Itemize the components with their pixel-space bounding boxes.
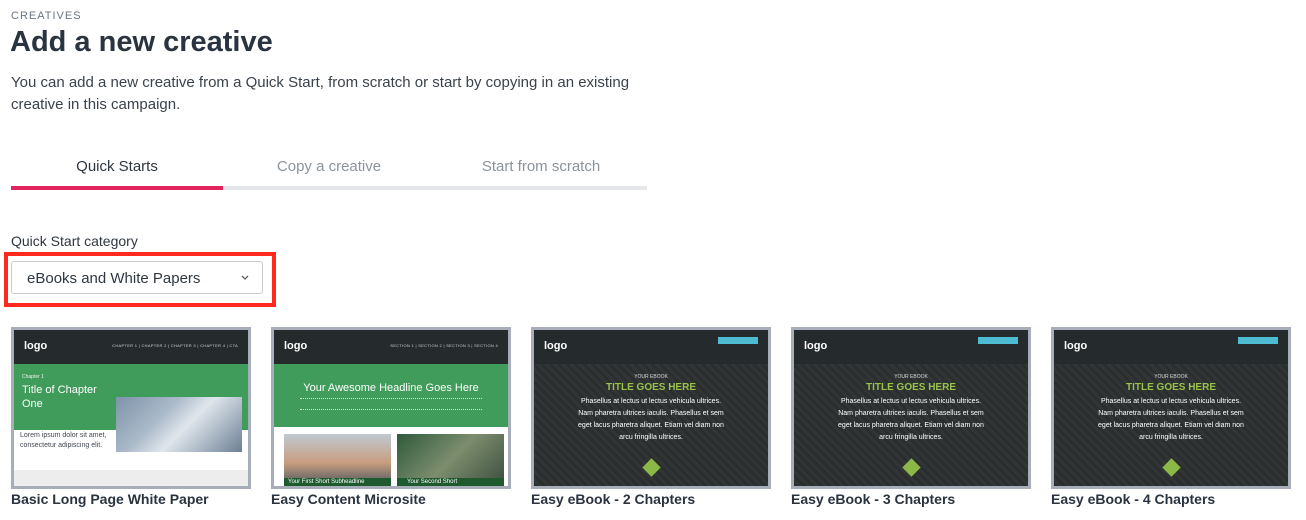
template-card-2[interactable]: logo SECTION 1 | SECTION 2 | SECTION 3 |… xyxy=(271,327,511,507)
tab-quick-starts[interactable]: Quick Starts xyxy=(11,150,223,190)
thumb-body: Phasellus at lectus ut lectus vehicula u… xyxy=(1098,398,1244,441)
chevron-down-icon xyxy=(241,275,249,280)
template-thumbnail[interactable]: logo YOUR EBOOK TITLE GOES HERE Phasellu… xyxy=(791,327,1031,489)
thumb-footer-band xyxy=(14,470,248,486)
thumb-heading: TITLE GOES HERE xyxy=(605,382,696,393)
category-label: Quick Start category xyxy=(11,233,138,249)
logo: logo xyxy=(804,340,828,352)
thumb-header: logo xyxy=(794,330,1028,364)
page-subtitle: You can add a new creative from a Quick … xyxy=(11,74,630,113)
template-card-1[interactable]: logo CHAPTER 1 | CHAPTER 2 | CHAPTER 3 |… xyxy=(11,327,251,507)
thumb-body-area: YOUR EBOOK TITLE GOES HERE Phasellus at … xyxy=(794,364,1028,486)
download-icon xyxy=(902,458,921,477)
category-select-value: eBooks and White Papers xyxy=(27,270,201,287)
thumb-cta-badge xyxy=(718,337,758,344)
thumb-image xyxy=(116,397,242,452)
logo: logo xyxy=(284,340,308,352)
thumb-copy-lines xyxy=(300,398,482,410)
thumb-cta-badge xyxy=(978,337,1018,344)
thumb-nav: SECTION 1 | SECTION 2 | SECTION 3 | SECT… xyxy=(390,343,498,348)
thumb-headline: Your Awesome Headline Goes Here xyxy=(303,382,479,394)
thumb-body: Lorem ipsum dolor sit amet, consectetur … xyxy=(20,432,107,449)
logo: logo xyxy=(24,340,48,352)
thumb-eyebrow: YOUR EBOOK xyxy=(894,374,928,380)
template-card-5[interactable]: logo YOUR EBOOK TITLE GOES HERE Phasellu… xyxy=(1051,327,1291,507)
page-title: Add a new creative xyxy=(10,26,273,58)
template-name: Easy eBook - 3 Chapters xyxy=(791,491,956,507)
thumb-eyebrow: YOUR EBOOK xyxy=(1154,374,1188,380)
template-thumbnail[interactable]: logo SECTION 1 | SECTION 2 | SECTION 3 |… xyxy=(271,327,511,489)
template-thumbnail[interactable]: logo CHAPTER 1 | CHAPTER 2 | CHAPTER 3 |… xyxy=(11,327,251,489)
thumb-body-area: YOUR EBOOK TITLE GOES HERE Phasellus at … xyxy=(534,364,768,486)
template-thumbnail[interactable]: logo YOUR EBOOK TITLE GOES HERE Phasellu… xyxy=(531,327,771,489)
tab-copy-creative[interactable]: Copy a creative xyxy=(223,150,435,186)
thumb-body: Phasellus at lectus ut lectus vehicula u… xyxy=(838,398,984,441)
template-name: Basic Long Page White Paper xyxy=(11,491,209,507)
template-name: Easy Content Microsite xyxy=(271,491,426,507)
logo: logo xyxy=(544,340,568,352)
thumb-chapter: Chapter 1 xyxy=(22,374,44,380)
thumb-cta-badge xyxy=(1238,337,1278,344)
thumb-heading: TITLE GOES HERE xyxy=(1125,382,1216,393)
template-card-3[interactable]: logo YOUR EBOOK TITLE GOES HERE Phasellu… xyxy=(531,327,771,507)
download-icon xyxy=(1162,458,1181,477)
thumb-subheadline-1: Your First Short Subheadline xyxy=(284,478,391,486)
download-icon xyxy=(642,458,661,477)
thumb-header: logo CHAPTER 1 | CHAPTER 2 | CHAPTER 3 |… xyxy=(14,330,248,364)
category-select[interactable]: eBooks and White Papers xyxy=(11,261,263,294)
template-name: Easy eBook - 4 Chapters xyxy=(1051,491,1216,507)
thumb-hero: Your Awesome Headline Goes Here xyxy=(274,364,508,427)
template-card-4[interactable]: logo YOUR EBOOK TITLE GOES HERE Phasellu… xyxy=(791,327,1031,507)
template-name: Easy eBook - 2 Chapters xyxy=(531,491,696,507)
logo: logo xyxy=(1064,340,1088,352)
thumb-subheadline-2: Your Second Short xyxy=(397,478,504,486)
page-eyebrow: CREATIVES xyxy=(11,10,82,22)
tab-bar: Quick Starts Copy a creative Start from … xyxy=(11,150,647,190)
thumb-eyebrow: YOUR EBOOK xyxy=(634,374,668,380)
thumb-heading: TITLE GOES HERE xyxy=(865,382,956,393)
thumb-header: logo SECTION 1 | SECTION 2 | SECTION 3 |… xyxy=(274,330,508,364)
thumb-header: logo xyxy=(1054,330,1288,364)
template-thumbnail[interactable]: logo YOUR EBOOK TITLE GOES HERE Phasellu… xyxy=(1051,327,1291,489)
thumb-header: logo xyxy=(534,330,768,364)
tab-start-from-scratch[interactable]: Start from scratch xyxy=(435,150,647,186)
thumb-body-area: YOUR EBOOK TITLE GOES HERE Phasellus at … xyxy=(1054,364,1288,486)
thumb-body: Phasellus at lectus ut lectus vehicula u… xyxy=(578,398,724,441)
thumb-nav: CHAPTER 1 | CHAPTER 2 | CHAPTER 3 | CHAP… xyxy=(112,343,238,348)
thumb-heading: Title of Chapter One xyxy=(22,384,97,410)
